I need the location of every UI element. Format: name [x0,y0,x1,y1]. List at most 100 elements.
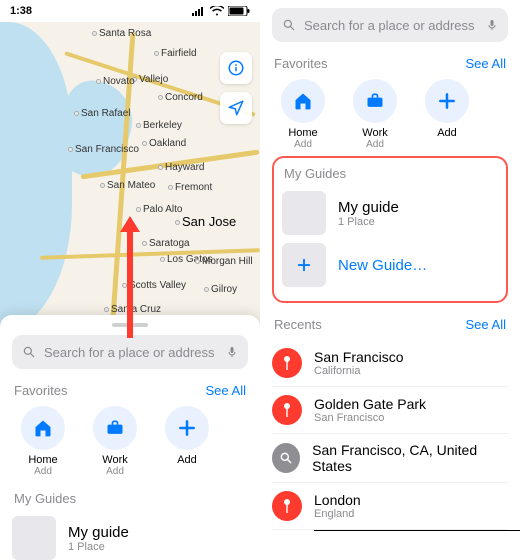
recents-header: Recents See All [272,303,508,340]
search-placeholder: Search for a place or address [44,345,218,360]
favorite-circle [281,79,325,123]
favorites-list: HomeAddWorkAddAdd [12,406,248,477]
bottom-sheet[interactable]: Search for a place or address Favorites … [0,315,260,560]
favorites-see-all[interactable]: See All [206,383,246,398]
city-label: Hayward [158,162,204,173]
recent-item[interactable]: San FranciscoCalifornia [272,340,508,387]
city-label: Saratoga [142,238,190,249]
new-guide-button[interactable]: New Guide… [282,239,498,291]
plus-icon [437,91,457,111]
favorites-list: HomeAddWorkAddAdd [272,79,508,150]
favorites-title: Favorites [274,56,327,71]
search-icon [279,451,293,465]
home-icon [33,418,53,438]
recent-item[interactable]: San Francisco, CA, United States [272,434,508,483]
mic-icon[interactable] [486,17,498,33]
favorite-plus[interactable]: Add [160,406,214,477]
cellular-icon [192,6,206,16]
search-input[interactable]: Search for a place or address [272,8,508,42]
favorite-label: Add [437,127,457,139]
briefcase-icon [365,91,385,111]
favorites-header: Favorites See All [12,369,248,406]
city-label: San Rafael [74,108,130,119]
favorite-circle [353,79,397,123]
guide-item[interactable]: My guide 1 Place [282,187,498,239]
plus-icon [295,256,313,274]
favorite-briefcase[interactable]: WorkAdd [348,79,402,150]
favorite-sub: Add [106,466,124,477]
city-label: Morgan Hill [195,256,253,267]
favorite-label: Home [288,127,317,139]
favorites-header: Favorites See All [272,42,508,79]
locate-button[interactable] [220,92,252,124]
search-icon [282,18,296,32]
battery-icon [228,6,250,16]
favorite-home[interactable]: HomeAdd [276,79,330,150]
favorite-label: Add [177,454,197,466]
city-label: Fremont [168,182,212,193]
recent-item[interactable]: LondonEngland [272,483,508,530]
recent-sub: California [314,365,403,377]
right-screenshot: Search for a place or address Favorites … [260,0,520,560]
recent-name: San Francisco, CA, United States [312,442,508,474]
guides-callout: My Guides My guide 1 Place New Guide… [272,156,508,303]
annotation-arrow [127,228,133,338]
recents-list: San FranciscoCaliforniaGolden Gate ParkS… [272,340,508,531]
left-screenshot: 1:38 Santa RosaFairfieldVallejoNovatoCon… [0,0,260,560]
status-bar: 1:38 [0,0,260,22]
recent-pin [272,395,302,425]
divider [314,530,520,531]
favorite-label: Work [362,127,387,139]
recent-pin [272,348,302,378]
favorites-see-all[interactable]: See All [466,56,506,71]
recent-sub: England [314,508,361,520]
city-label: Oakland [142,138,186,149]
city-label: Santa Rosa [92,28,151,39]
map-water [0,22,72,332]
pin-icon [282,355,292,371]
recent-pin [272,491,302,521]
recent-name: San Francisco [314,349,403,365]
pin-icon [282,402,292,418]
recents-see-all[interactable]: See All [466,317,506,332]
favorites-title: Favorites [14,383,67,398]
annotation-arrow-head [120,216,140,232]
city-label: Berkeley [136,120,182,131]
city-label: Novato [96,76,135,87]
recent-sub: San Francisco [314,412,426,424]
favorite-label: Home [28,454,57,466]
info-button[interactable] [220,52,252,84]
guide-name: My guide [68,524,129,541]
search-icon [22,345,36,359]
guide-sub: 1 Place [338,216,399,228]
guide-item[interactable]: My guide 1 Place [12,512,248,560]
home-icon [293,91,313,111]
favorite-home[interactable]: HomeAdd [16,406,70,477]
recents-title: Recents [274,317,322,332]
mic-icon[interactable] [226,344,238,360]
favorite-label: Work [102,454,127,466]
briefcase-icon [105,418,125,438]
favorite-circle [21,406,65,450]
recent-item[interactable]: Golden Gate ParkSan Francisco [272,387,508,434]
location-arrow-icon [227,99,245,117]
new-guide-thumb [282,243,326,287]
recent-name: London [314,492,361,508]
guide-name: My guide [338,199,399,216]
guide-sub: 1 Place [68,541,129,553]
search-placeholder: Search for a place or address [304,18,478,33]
favorite-briefcase[interactable]: WorkAdd [88,406,142,477]
favorite-plus[interactable]: Add [420,79,474,150]
favorite-sub: Add [294,139,312,150]
city-label: Gilroy [204,284,237,295]
search-input[interactable]: Search for a place or address [12,335,248,369]
info-icon [227,59,245,77]
favorite-circle [93,406,137,450]
recent-name: Golden Gate Park [314,396,426,412]
city-label: San Francisco [68,144,139,155]
new-guide-label: New Guide… [338,257,427,274]
guides-title: My Guides [12,477,248,512]
status-time: 1:38 [10,5,32,17]
guide-thumb [12,516,56,560]
favorite-circle [425,79,469,123]
